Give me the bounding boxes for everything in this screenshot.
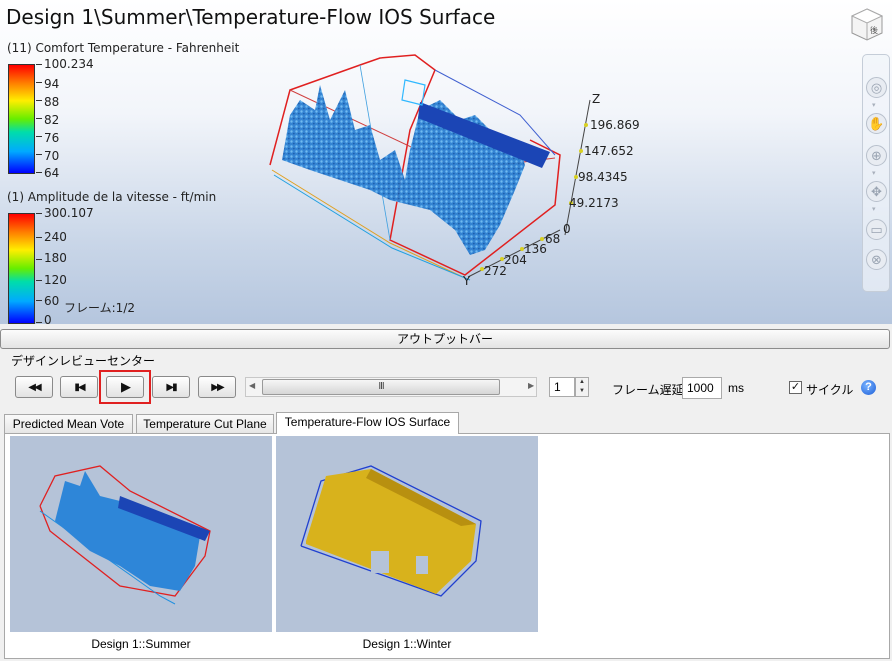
legend-label: 76 [44,131,60,145]
legend-label: 64 [44,166,60,180]
legend-velocity-title: (1) Amplitude de la vitesse - ft/min [7,190,217,204]
legend-label: 88 [44,95,60,109]
design-review-center-label: デザインレビューセンター [11,354,156,368]
legend-label: 180 [44,251,67,265]
viewcube-icon[interactable]: 後 [848,6,886,44]
thumbnail-caption: Design 1::Winter [362,637,452,651]
z-axis-value: 196.869 [590,118,640,132]
output-bar-toggle[interactable]: アウトプットバー [0,329,890,349]
legend-label: 300.107 [44,206,94,220]
legend-label: 94 [44,77,60,91]
orbit-icon[interactable]: ◎ [866,77,887,98]
winter-model-image [300,465,482,597]
legend-label: 60 [44,294,60,308]
floor-icon[interactable]: ▭ [866,219,887,240]
legend-label: 240 [44,230,67,244]
z-axis-value: 147.652 [584,144,634,158]
frame-counter-label: フレーム:1/2 [64,301,135,315]
spin-up-icon[interactable]: ▲ [576,378,588,387]
fast-forward-button[interactable]: ▶▶ [198,376,236,398]
scroll-left-icon[interactable]: ◀ [249,381,255,390]
legend-label: 100.234 [44,57,94,71]
cycle-label: サイクル [806,383,854,397]
y-axis-value: 68 [545,232,561,246]
frame-delay-unit: ms [728,381,744,395]
svg-text:後: 後 [870,25,878,35]
legend-label: 120 [44,273,67,287]
walk-icon[interactable]: ✥ [866,181,887,202]
legend-velocity-colorbar [8,213,35,324]
rewind-button[interactable]: ◀◀ [15,376,53,398]
legend-temperature-title: (11) Comfort Temperature - Fahrenheit [7,41,240,55]
thumbnail-summer[interactable] [10,436,272,632]
spin-down-icon[interactable]: ▼ [576,387,588,396]
summer-model-image [39,465,211,605]
legend-label: 0 [44,313,52,324]
z-axis-value: 98.4345 [578,170,628,184]
step-back-icon: ▮◀ [74,381,85,393]
frame-delay-input[interactable]: 1000 [682,377,722,399]
z-axis-value: 49.2173 [569,196,619,210]
step-forward-button[interactable]: ▶▮ [152,376,190,398]
legend-label: 70 [44,149,60,163]
step-back-button[interactable]: ▮◀ [60,376,98,398]
cycle-checkbox[interactable]: ✓ [789,381,802,394]
y-axis-name: Y [463,274,471,288]
frame-delay-label: フレーム遅延: [612,383,687,397]
frame-number-input[interactable]: 1 [549,377,575,397]
tab-predicted-mean-vote[interactable]: Predicted Mean Vote [4,414,133,433]
step-forward-icon: ▶▮ [166,381,177,393]
iso-surface-model [269,54,591,281]
frame-scrollbar[interactable]: ◀ III ▶ [245,377,537,397]
y-axis-value: 204 [504,253,527,267]
legend-label: 82 [44,113,60,127]
thumbnail-winter[interactable] [276,436,538,632]
3d-viewport[interactable]: Design 1\Summer\Temperature-Flow IOS Sur… [0,0,892,324]
y-axis-value: 272 [484,264,507,278]
view-title: Design 1\Summer\Temperature-Flow IOS Sur… [6,5,496,29]
zoom-icon[interactable]: ⊕ [866,145,887,166]
rewind-icon: ◀◀ [28,381,41,393]
legend-temperature-colorbar [8,64,35,174]
thumbnail-caption: Design 1::Summer [91,637,191,651]
tab-temperature-cut-plane[interactable]: Temperature Cut Plane [136,414,274,433]
fast-forward-icon: ▶▶ [211,381,224,393]
y-axis-value: 136 [524,242,547,256]
close-icon[interactable]: ⊗ [866,249,887,270]
z-axis-value: 0 [563,222,571,236]
pan-hand-icon[interactable]: ✋ [866,113,887,134]
play-button-highlight [99,370,151,404]
scrollbar-thumb[interactable]: III [262,379,500,395]
z-axis-name: Z [592,92,601,106]
navigation-toolbar: ◎ ▾ ✋ ⊕ ▾ ✥ ▾ ▭ ⊗ [862,54,890,292]
frame-number-spinner[interactable]: ▲ ▼ [575,377,589,397]
scroll-right-icon[interactable]: ▶ [528,381,534,390]
tab-temperature-flow-ios-surface[interactable]: Temperature-Flow IOS Surface [276,412,459,434]
help-icon[interactable]: ? [861,380,876,395]
